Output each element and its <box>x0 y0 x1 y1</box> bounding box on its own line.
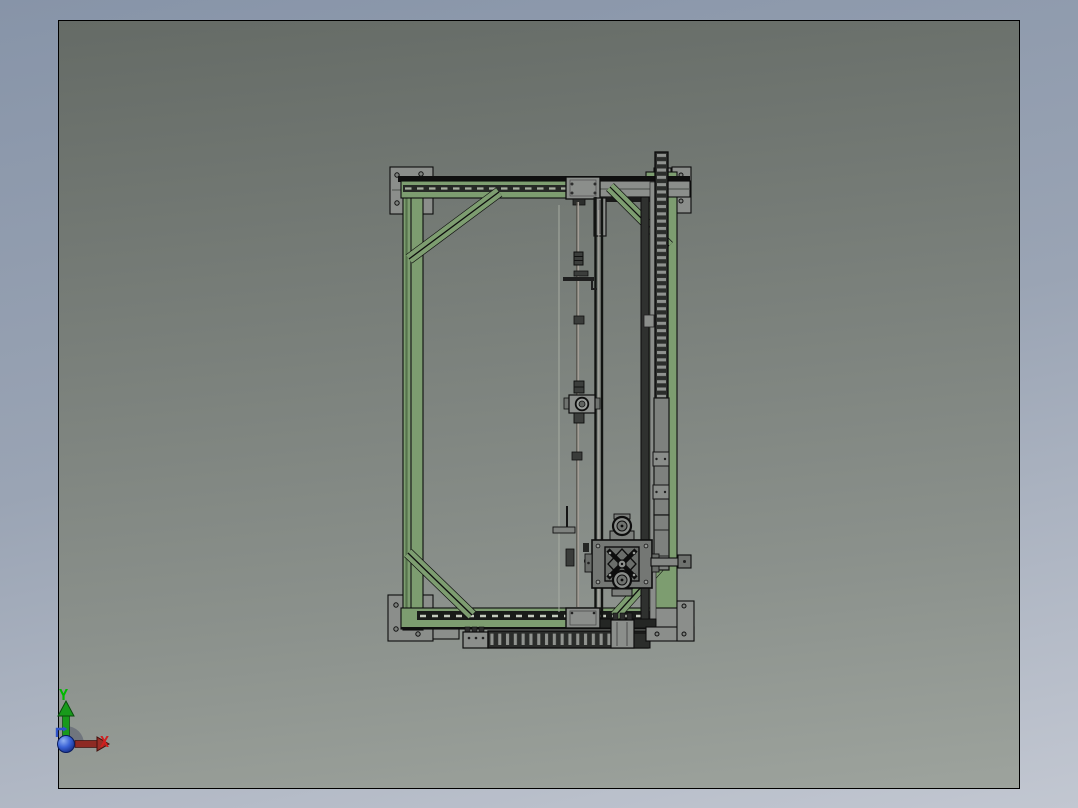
lead-screw-coupler[interactable] <box>573 251 584 266</box>
x-axis-label: X <box>100 733 109 751</box>
frame-assembly-model[interactable] <box>387 151 695 649</box>
cad-canvas: Y X <box>0 0 1078 808</box>
orientation-triad: Y X <box>55 686 110 753</box>
y-axis-label: Y <box>59 686 68 704</box>
vertical-cable-chain[interactable] <box>652 151 670 571</box>
cad-scene: Y X <box>55 151 695 753</box>
origin-sphere <box>57 735 75 753</box>
limit-switch-bracket[interactable] <box>563 270 597 325</box>
